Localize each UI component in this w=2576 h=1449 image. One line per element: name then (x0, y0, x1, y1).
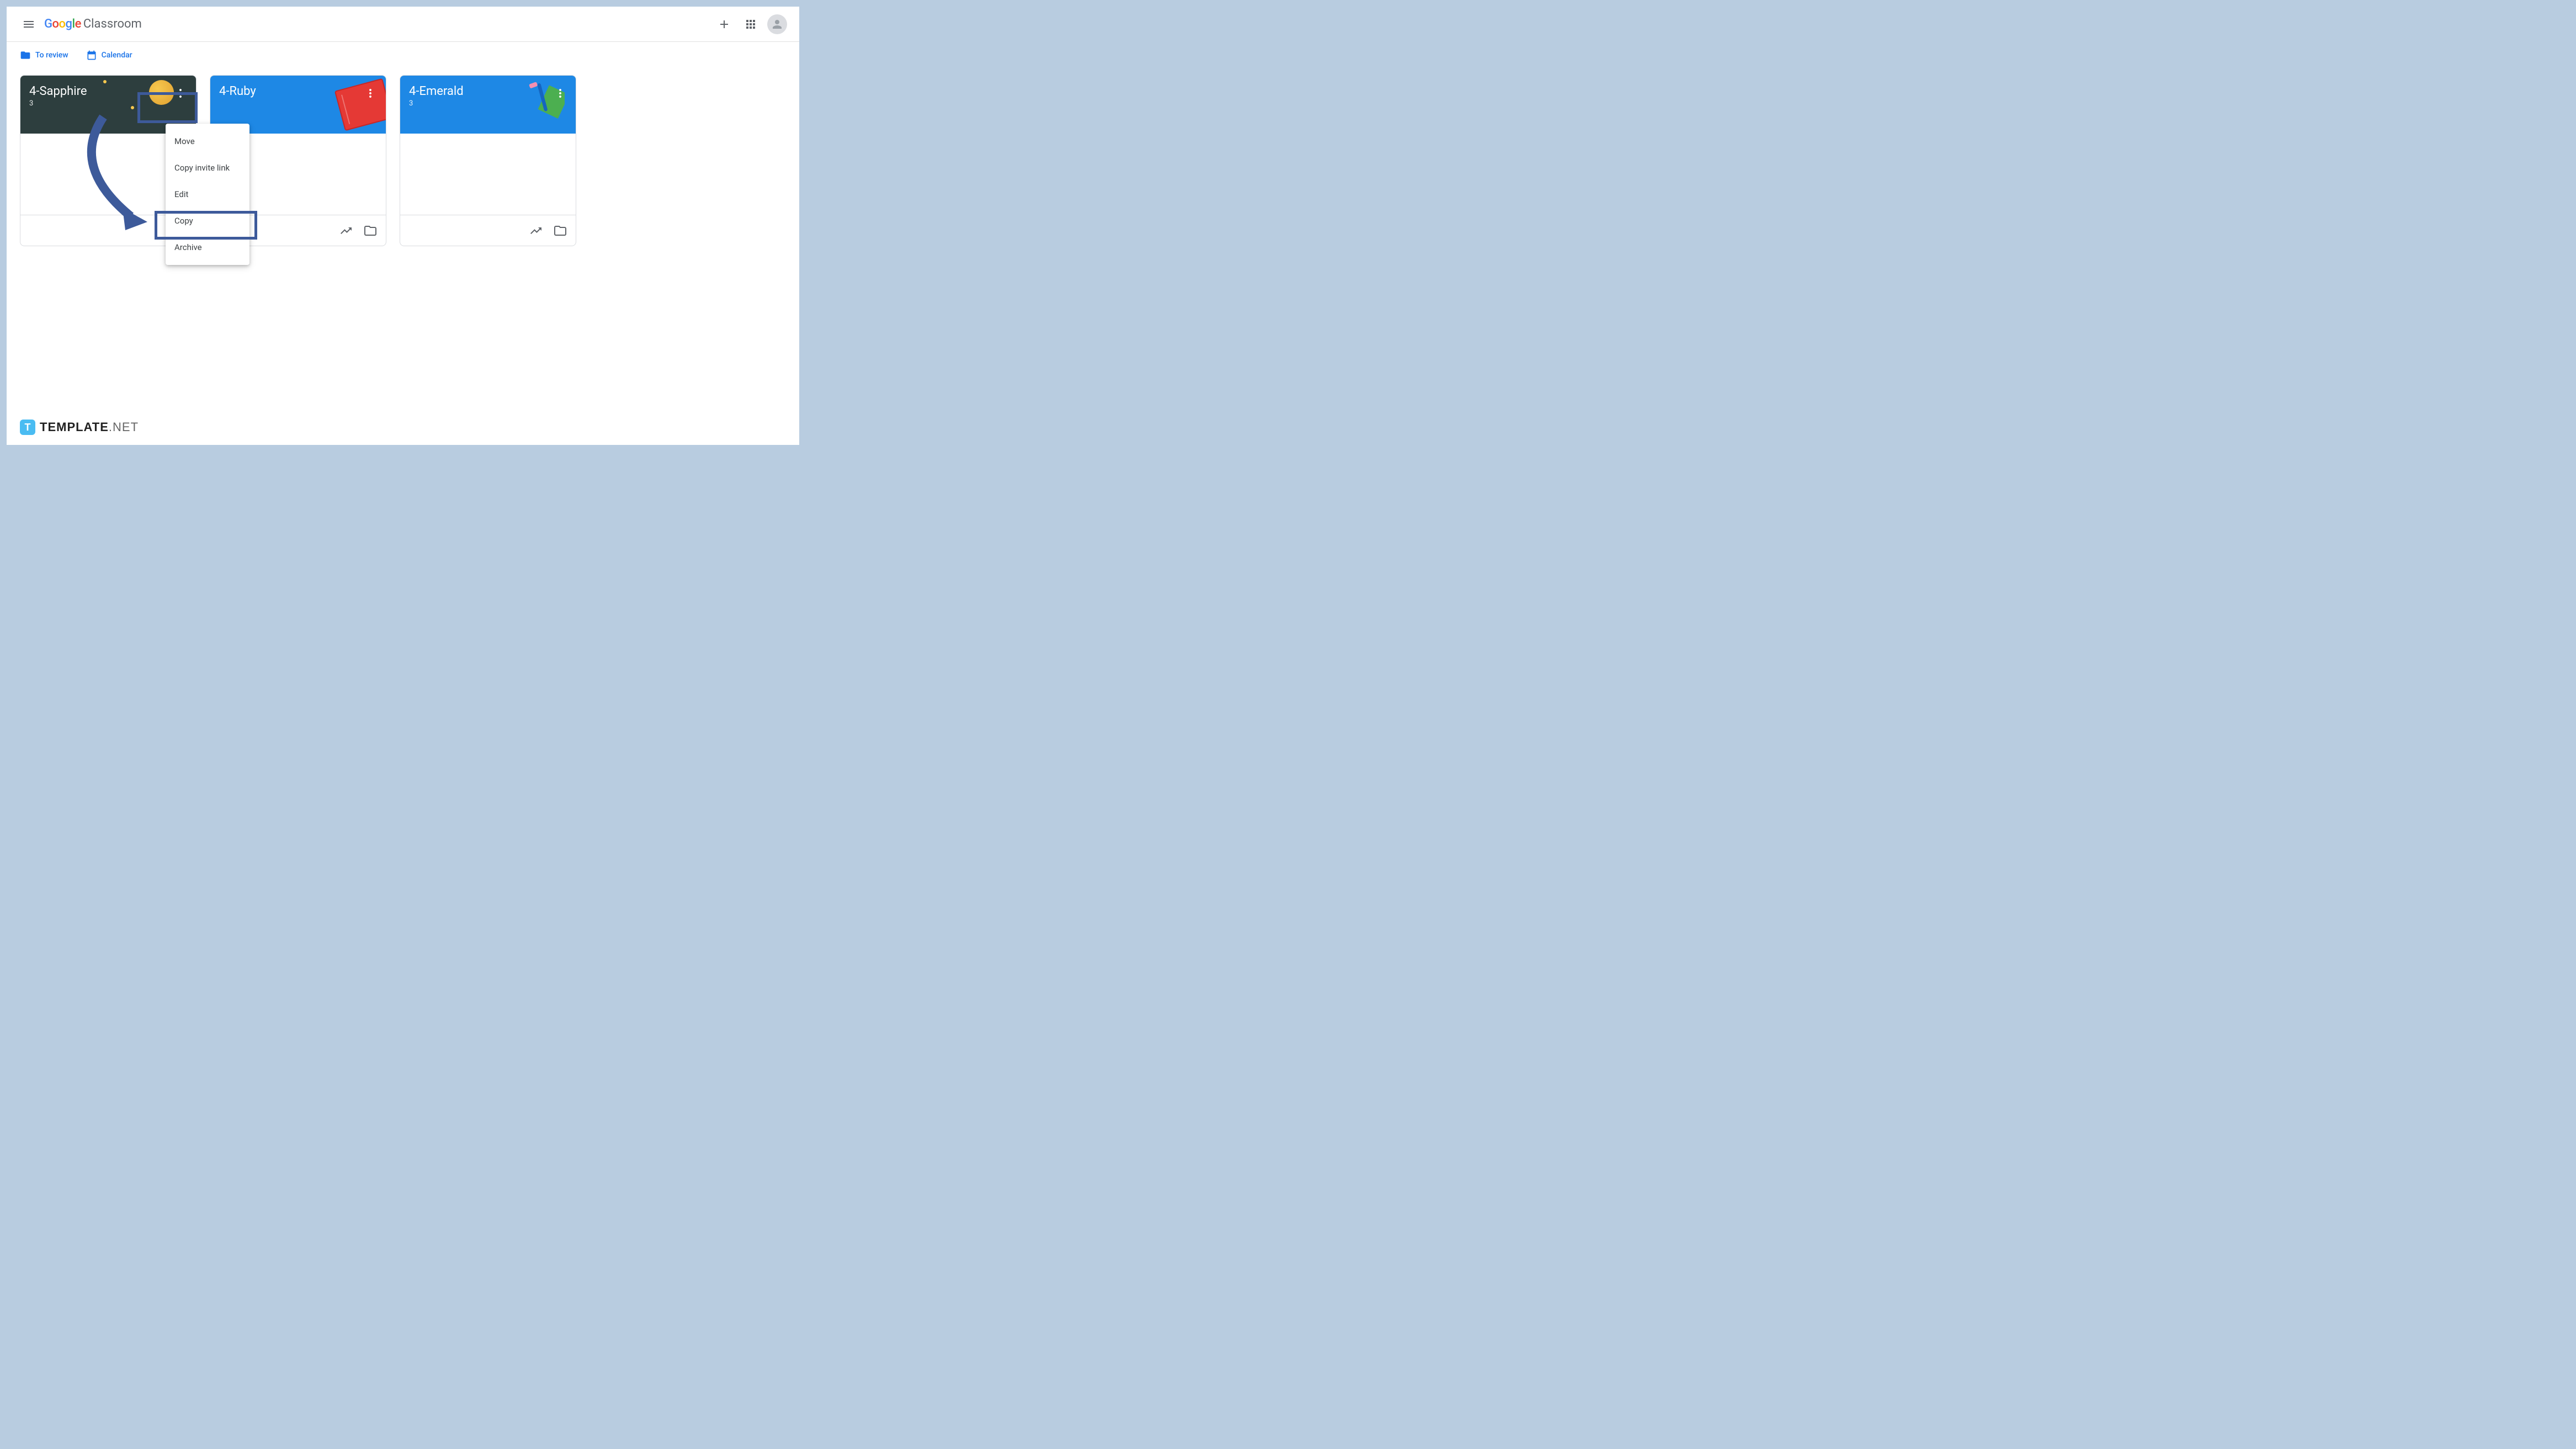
plus-icon (718, 18, 731, 31)
menu-item-copy-invite[interactable]: Copy invite link (166, 155, 249, 181)
trending-icon (529, 224, 543, 237)
card-subtitle: 3 (29, 99, 187, 108)
apps-grid-icon (744, 18, 757, 31)
cards-area: 4-Sapphire 3 4-Ruby (7, 68, 799, 253)
create-button[interactable] (711, 11, 737, 38)
menu-item-edit[interactable]: Edit (166, 181, 249, 208)
folder-button[interactable] (364, 224, 377, 237)
class-card-emerald[interactable]: 4-Emerald 3 (400, 75, 576, 246)
app-window: Google Classroom To review Calendar (7, 7, 799, 445)
watermark: T TEMPLATE.NET (20, 420, 139, 435)
trending-icon (339, 224, 353, 237)
to-review-link[interactable]: To review (20, 50, 68, 61)
watermark-icon: T (20, 420, 35, 435)
card-header: 4-Emerald 3 (400, 76, 576, 134)
subheader: To review Calendar (7, 42, 799, 68)
account-button[interactable] (764, 11, 790, 38)
hamburger-icon (22, 18, 35, 31)
more-vert-icon (364, 87, 377, 100)
logo-classroom: Classroom (83, 17, 142, 31)
watermark-light: .NET (109, 420, 139, 434)
card-options-button[interactable] (359, 82, 381, 104)
more-vert-icon (554, 87, 567, 100)
calendar-icon (86, 50, 97, 61)
card-options-button[interactable] (169, 82, 192, 104)
calendar-label: Calendar (102, 51, 132, 60)
logo: Google Classroom (44, 17, 142, 31)
menu-item-move[interactable]: Move (166, 128, 249, 155)
card-options-button[interactable] (549, 82, 571, 104)
watermark-bold: TEMPLATE (40, 420, 109, 434)
trending-button[interactable] (529, 224, 543, 237)
more-vert-icon (174, 87, 187, 100)
review-folder-icon (20, 50, 31, 61)
trending-button[interactable] (339, 224, 353, 237)
avatar (767, 14, 787, 34)
card-subtitle: 3 (409, 99, 567, 108)
card-footer (400, 215, 576, 246)
menu-item-archive[interactable]: Archive (166, 234, 249, 261)
person-icon (771, 18, 784, 31)
main-menu-button[interactable] (15, 11, 42, 38)
watermark-text: TEMPLATE.NET (40, 420, 139, 434)
menu-item-copy[interactable]: Copy (166, 208, 249, 234)
calendar-link[interactable]: Calendar (86, 50, 132, 61)
card-body (400, 134, 576, 215)
to-review-label: To review (35, 51, 68, 60)
folder-icon (364, 224, 377, 237)
folder-icon (554, 224, 567, 237)
logo-google: Google (44, 17, 81, 31)
context-menu: Move Copy invite link Edit Copy Archive (166, 124, 249, 265)
apps-button[interactable] (737, 11, 764, 38)
folder-button[interactable] (554, 224, 567, 237)
header: Google Classroom (7, 7, 799, 42)
